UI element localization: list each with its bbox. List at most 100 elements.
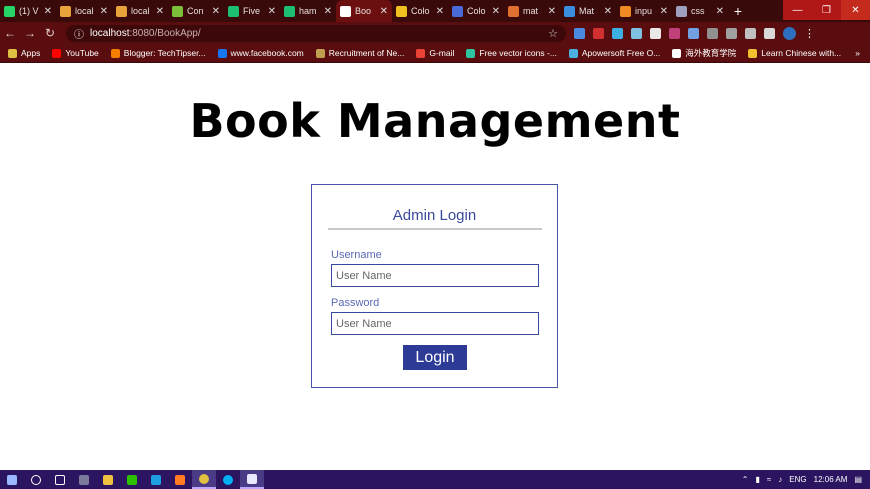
tab-close-icon[interactable]: ✕ bbox=[380, 6, 388, 17]
extension-icon[interactable] bbox=[688, 27, 699, 39]
extension-icon[interactable] bbox=[726, 27, 737, 39]
volume-icon[interactable]: ♪ bbox=[778, 475, 782, 484]
extension-icon[interactable] bbox=[745, 27, 756, 39]
tab[interactable]: Con ✕ bbox=[168, 0, 224, 22]
tab[interactable]: Five ✕ bbox=[224, 0, 280, 22]
bookmark-favicon-icon bbox=[217, 48, 227, 58]
tab-close-icon[interactable]: ✕ bbox=[212, 6, 220, 17]
tab-close-icon[interactable]: ✕ bbox=[492, 6, 500, 17]
tab-close-icon[interactable]: ✕ bbox=[660, 6, 668, 17]
wifi-icon[interactable]: ≈ bbox=[767, 475, 771, 484]
calculator-icon[interactable] bbox=[72, 470, 96, 489]
address-bar[interactable]: ⓘ localhost:8080/BookApp/ ☆ bbox=[66, 24, 566, 42]
bookmark-favicon-icon bbox=[568, 48, 578, 58]
extension-icon[interactable] bbox=[631, 27, 642, 39]
site-info-icon[interactable]: ⓘ bbox=[74, 26, 84, 41]
tab-title: Colo bbox=[467, 6, 486, 16]
app-icon[interactable] bbox=[240, 470, 264, 489]
tab[interactable]: css ✕ bbox=[672, 0, 728, 22]
tab-close-icon[interactable]: ✕ bbox=[100, 6, 108, 17]
password-input[interactable] bbox=[331, 312, 539, 335]
wechat-icon[interactable] bbox=[120, 470, 144, 489]
tab-favicon-icon bbox=[284, 5, 295, 17]
profile-avatar[interactable] bbox=[783, 26, 796, 40]
tab[interactable]: ham ✕ bbox=[280, 0, 336, 22]
extension-icon[interactable] bbox=[669, 27, 680, 39]
username-input[interactable] bbox=[331, 264, 539, 287]
forward-icon[interactable]: → bbox=[20, 26, 40, 40]
bookmark-item[interactable]: Recruitment of Ne... bbox=[315, 48, 404, 58]
minimize-icon[interactable]: — bbox=[783, 0, 812, 20]
bookmark-item[interactable]: Free vector icons -... bbox=[466, 48, 557, 58]
tab[interactable]: inpu ✕ bbox=[616, 0, 672, 22]
bookmark-item[interactable]: G-mail bbox=[416, 48, 454, 58]
puzzle-extensions-icon[interactable] bbox=[764, 27, 775, 39]
tab[interactable]: mat ✕ bbox=[504, 0, 560, 22]
tab[interactable]: Colo ✕ bbox=[448, 0, 504, 22]
extensions-area: ⋮ bbox=[574, 26, 815, 40]
tab-active[interactable]: Boo ✕ bbox=[336, 0, 392, 22]
battery-icon[interactable]: ▮ bbox=[755, 475, 759, 484]
bookmark-label: www.facebook.com bbox=[230, 48, 304, 58]
extension-icon[interactable] bbox=[707, 27, 718, 39]
chevron-up-icon[interactable]: ⌃ bbox=[742, 475, 749, 484]
back-icon[interactable]: ← bbox=[0, 26, 20, 40]
tab[interactable]: local ✕ bbox=[112, 0, 168, 22]
chrome-icon[interactable] bbox=[192, 470, 216, 489]
bookmark-item[interactable]: 海外教育学院 bbox=[672, 47, 736, 59]
tab-close-icon[interactable]: ✕ bbox=[604, 6, 612, 17]
bookmark-favicon-icon bbox=[672, 48, 682, 58]
notifications-icon[interactable]: ▤ bbox=[854, 475, 862, 484]
tab-title: Mat bbox=[579, 6, 595, 16]
bookmarks-bar: Apps YouTube Blogger: TechTipser... www.fac… bbox=[0, 44, 870, 63]
bookmark-item[interactable]: Apowersoft Free O... bbox=[568, 48, 660, 58]
browser-menu-icon[interactable]: ⋮ bbox=[804, 27, 815, 40]
bookmark-item[interactable]: YouTube bbox=[52, 48, 99, 58]
tab-close-icon[interactable]: ✕ bbox=[44, 6, 52, 17]
tab-close-icon[interactable]: ✕ bbox=[324, 6, 332, 17]
tab-close-icon[interactable]: ✕ bbox=[716, 6, 724, 17]
system-tray: ⌃ ▮ ≈ ♪ ENG 12:06 AM ▤ bbox=[742, 475, 870, 484]
firefox-icon[interactable] bbox=[168, 470, 192, 489]
bookmark-favicon-icon bbox=[315, 48, 325, 58]
bookmark-item[interactable]: Learn Chinese with... bbox=[748, 48, 841, 58]
new-tab-button[interactable]: + bbox=[728, 0, 748, 22]
tab-title: (1) V bbox=[19, 6, 39, 16]
bookmark-star-icon[interactable]: ☆ bbox=[548, 27, 558, 40]
clock[interactable]: 12:06 AM bbox=[814, 475, 848, 484]
search-icon[interactable] bbox=[24, 470, 48, 489]
browser-tab-strip: (1) V ✕ local ✕ local ✕ Con ✕ Five ✕ ham ✕ Boo ✕ Colo ✕… bbox=[0, 0, 870, 22]
extension-icon[interactable] bbox=[612, 27, 623, 39]
bookmark-item[interactable]: Blogger: TechTipser... bbox=[110, 48, 206, 58]
bookmark-label: 海外教育学院 bbox=[685, 48, 737, 58]
extension-icon[interactable] bbox=[650, 27, 661, 39]
file-explorer-icon[interactable] bbox=[96, 470, 120, 489]
tab-favicon-icon bbox=[508, 5, 519, 17]
bookmark-favicon-icon bbox=[52, 48, 62, 58]
tab-close-icon[interactable]: ✕ bbox=[436, 6, 444, 17]
tab-title: mat bbox=[523, 6, 539, 16]
edge-icon[interactable] bbox=[144, 470, 168, 489]
admin-login-form: Admin Login Username Password Login bbox=[311, 184, 558, 388]
tab-close-icon[interactable]: ✕ bbox=[548, 6, 556, 17]
language-indicator[interactable]: ENG bbox=[789, 475, 806, 484]
tab-favicon-icon bbox=[172, 5, 183, 17]
reload-icon[interactable]: ↻ bbox=[40, 26, 60, 40]
bookmark-item[interactable]: www.facebook.com bbox=[217, 48, 304, 58]
translate-extension-icon[interactable] bbox=[574, 27, 585, 39]
bookmarks-overflow-button[interactable]: » bbox=[855, 48, 860, 58]
tab[interactable]: (1) V ✕ bbox=[0, 0, 56, 22]
restore-icon[interactable]: ❐ bbox=[812, 0, 841, 20]
skype-icon[interactable] bbox=[216, 470, 240, 489]
tab-close-icon[interactable]: ✕ bbox=[268, 6, 276, 17]
tab[interactable]: local ✕ bbox=[56, 0, 112, 22]
task-view-icon[interactable] bbox=[48, 470, 72, 489]
tab[interactable]: Mat ✕ bbox=[560, 0, 616, 22]
tab[interactable]: Colo ✕ bbox=[392, 0, 448, 22]
adblock-extension-icon[interactable] bbox=[593, 27, 604, 39]
close-window-icon[interactable]: ✕ bbox=[841, 0, 870, 20]
windows-start-icon[interactable] bbox=[0, 470, 24, 489]
bookmark-item[interactable]: Apps bbox=[8, 48, 40, 58]
tab-close-icon[interactable]: ✕ bbox=[156, 6, 164, 17]
login-button[interactable]: Login bbox=[403, 345, 467, 370]
